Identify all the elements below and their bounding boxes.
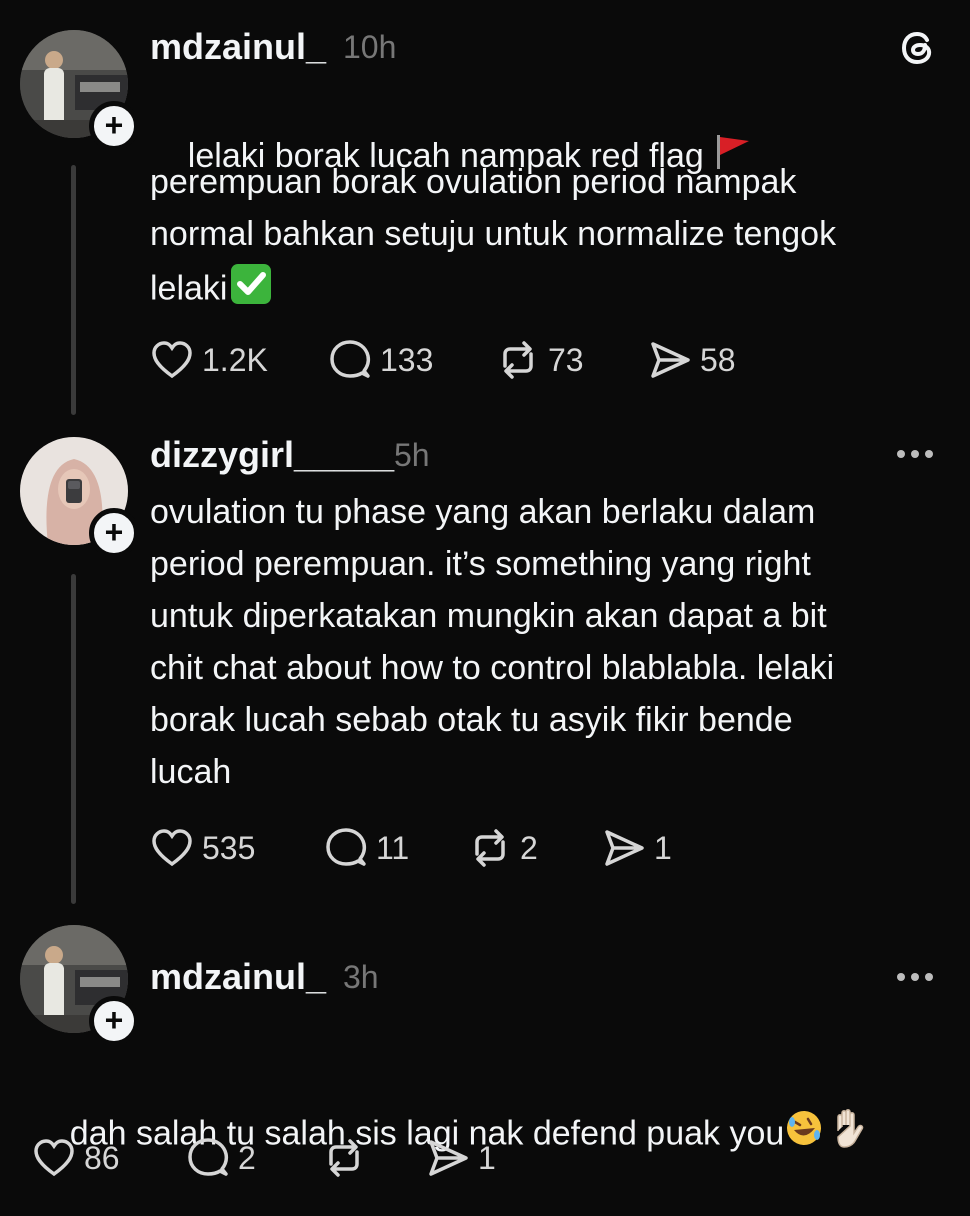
comment-button[interactable]: 2 [186,1136,322,1180]
timestamp: 3h [343,959,379,995]
username[interactable]: dizzygirl_____ [150,434,394,476]
follow-button[interactable]: + [89,101,139,151]
send-icon [605,830,644,866]
comment-button[interactable]: 133 [328,338,496,382]
send-icon [651,342,690,378]
share-count: 1 [478,1139,496,1176]
repost-count: 73 [548,341,584,378]
like-count: 86 [84,1139,120,1176]
like-count: 535 [202,829,256,866]
repost-count: 2 [520,829,538,866]
post-3: + mdzainul_ 3h dah salah tu salah sis la… [0,910,970,1200]
thread-line [71,574,76,904]
post-text: ovulation tu phase yang akan berlaku dal… [150,493,835,791]
thread-line [71,165,76,415]
laughing-face-icon [784,1108,824,1163]
like-button[interactable]: 535 [150,826,324,870]
comment-bubble-icon [330,340,371,378]
raised-hand-icon [830,1107,870,1164]
comment-count: 2 [238,1139,256,1176]
repost-icon [475,829,505,867]
repost-icon [503,341,533,379]
more-options-icon[interactable] [897,973,933,981]
post-1: + mdzainul_ 10h lelaki borak lucah nampa… [0,0,970,420]
comment-bubble-icon [326,828,367,866]
username[interactable]: mdzainul_ [150,956,326,998]
comment-button[interactable]: 11 [324,826,468,870]
share-button[interactable]: 1 [426,1136,496,1180]
repost-button[interactable] [322,1136,426,1180]
post-actions: 535 11 2 1 [150,826,672,870]
post-actions: 1.2K 133 73 58 [150,338,736,382]
check-mark-icon [229,260,275,321]
more-options-icon[interactable] [897,450,933,458]
share-count: 58 [700,341,736,378]
share-count: 1 [654,829,672,866]
like-button[interactable]: 86 [32,1136,186,1180]
follow-button[interactable]: + [89,508,139,558]
heart-icon [152,341,192,379]
send-icon [429,1140,468,1176]
timestamp: 5h [394,437,430,473]
username[interactable]: mdzainul_ [150,26,326,68]
post-2: + dizzygirl_____ 5h ovulation tu phase y… [0,420,970,910]
threads-logo-icon[interactable] [896,26,940,75]
follow-button[interactable]: + [89,996,139,1046]
comment-count: 11 [376,829,410,866]
post-actions: 86 2 1 [32,1136,496,1180]
post-text-paragraph: perempuan borak ovulation period nampak … [150,156,950,321]
share-button[interactable]: 1 [602,826,672,870]
like-count: 1.2K [202,341,268,378]
repost-button[interactable]: 73 [496,338,648,382]
timestamp: 10h [343,29,397,65]
repost-button[interactable]: 2 [468,826,602,870]
heart-icon [152,829,192,867]
share-button[interactable]: 58 [648,338,736,382]
comment-count: 133 [380,341,434,378]
repost-icon [329,1139,359,1177]
heart-icon [34,1139,74,1177]
comment-bubble-icon [188,1138,229,1176]
like-button[interactable]: 1.2K [150,338,328,382]
